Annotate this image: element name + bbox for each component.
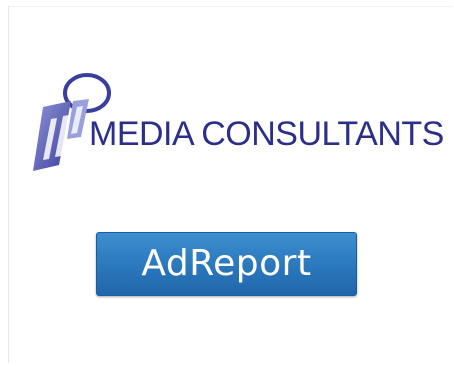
adreport-button-label: AdReport <box>141 243 312 284</box>
logo-card: MEDIA CONSULTANTS AdReport <box>8 6 453 363</box>
media-consultants-logo: MEDIA CONSULTANTS <box>29 67 449 177</box>
brand-name: MEDIA CONSULTANTS <box>89 115 444 153</box>
adreport-button[interactable]: AdReport <box>96 232 357 296</box>
